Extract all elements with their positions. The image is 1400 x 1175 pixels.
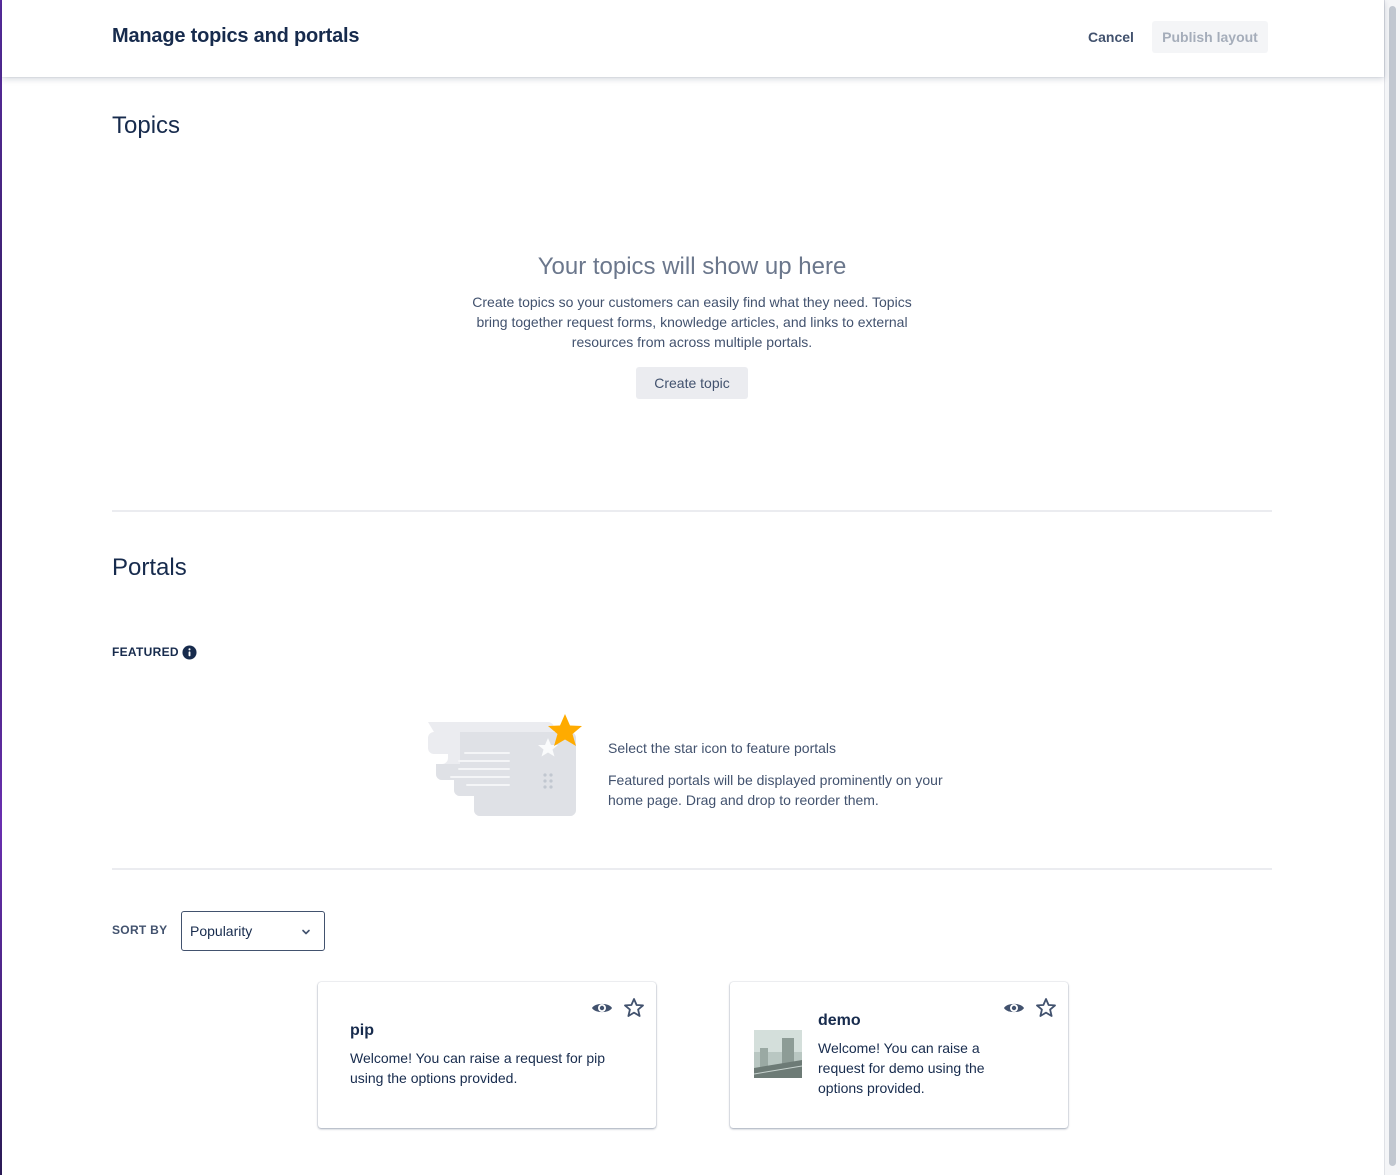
topics-empty-title: Your topics will show up here: [537, 253, 847, 280]
featured-empty-description: Featured portals will be displayed promi…: [608, 772, 943, 808]
featured-empty-title: Select the star icon to feature portals: [608, 740, 837, 756]
sort-by-select[interactable]: Popularity: [181, 911, 325, 951]
featured-divider: [112, 868, 1272, 870]
sort-by-value: Popularity: [190, 923, 253, 939]
featured-portals-illustration: [428, 714, 582, 816]
cancel-button[interactable]: Cancel: [1078, 21, 1144, 53]
section-divider: [112, 510, 1272, 512]
portal-name: demo: [818, 1012, 861, 1029]
sort-by-label: SORT BY: [112, 923, 168, 937]
topics-heading: Topics: [112, 112, 181, 139]
info-icon[interactable]: [182, 645, 197, 660]
portal-card-pip[interactable]: pip Welcome! You can raise a request for…: [318, 982, 656, 1128]
portal-thumbnail: [754, 1030, 802, 1078]
publish-layout-button[interactable]: Publish layout: [1152, 21, 1268, 53]
portal-description: Welcome! You can raise a request for dem…: [818, 1040, 985, 1096]
featured-label: FEATURED: [112, 645, 179, 659]
star-icon[interactable]: [1034, 996, 1058, 1020]
topics-empty-description: Create topics so your customers can easi…: [472, 294, 912, 350]
scrollbar[interactable]: [1384, 0, 1400, 1175]
top-bar: Manage topics and portals Cancel Publish…: [2, 0, 1384, 77]
scrollbar-thumb[interactable]: [1389, 6, 1396, 1166]
portal-card-demo[interactable]: demo Welcome! You can raise a request fo…: [730, 982, 1068, 1128]
portals-heading: Portals: [112, 554, 187, 581]
create-topic-button[interactable]: Create topic: [636, 367, 748, 399]
star-icon[interactable]: [622, 996, 646, 1020]
chevron-down-icon: [302, 929, 310, 935]
eye-icon[interactable]: [1002, 996, 1026, 1020]
eye-icon[interactable]: [590, 996, 614, 1020]
portal-description: Welcome! You can raise a request for pip…: [350, 1050, 606, 1086]
window-left-edge: [0, 0, 2, 1175]
page-title: Manage topics and portals: [112, 25, 360, 47]
portal-name: pip: [350, 1022, 374, 1039]
